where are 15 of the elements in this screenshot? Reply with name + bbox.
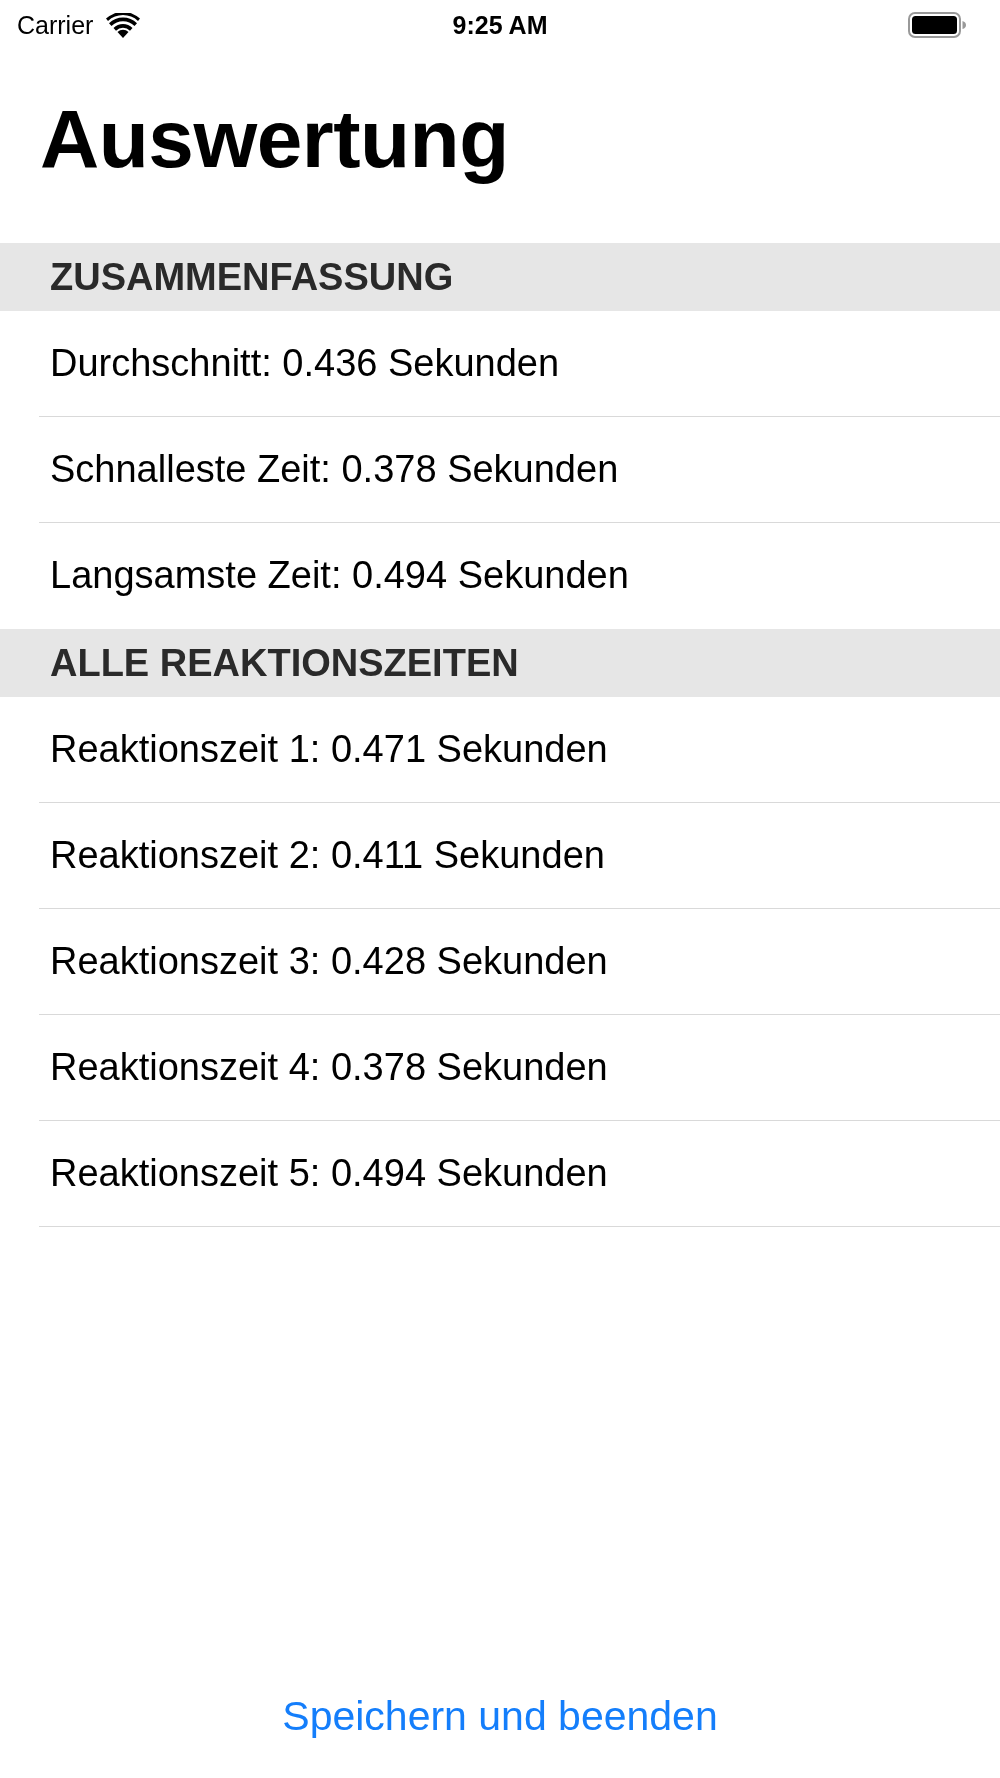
list-row: Reaktionszeit 3: 0.428 Sekunden	[39, 909, 1000, 1015]
list-row: Durchschnitt: 0.436 Sekunden	[39, 311, 1000, 417]
section-header: ZUSAMMENFASSUNG	[0, 243, 1000, 311]
carrier-label: Carrier	[17, 10, 94, 40]
status-time: 9:25 AM	[452, 10, 548, 40]
list-row: Reaktionszeit 5: 0.494 Sekunden	[39, 1121, 1000, 1227]
list-row-text: Langsamste Zeit: 0.494 Sekunden	[49, 553, 630, 598]
save-and-exit-button[interactable]: Speichern und beenden	[276, 1681, 724, 1751]
list-row: Reaktionszeit 1: 0.471 Sekunden	[39, 697, 1000, 803]
wifi-icon	[106, 12, 141, 38]
list-row: Reaktionszeit 4: 0.378 Sekunden	[39, 1015, 1000, 1121]
section-header: ALLE REAKTIONSZEITEN	[0, 629, 1000, 697]
battery-icon	[908, 12, 966, 38]
list-row: Schnalleste Zeit: 0.378 Sekunden	[39, 417, 1000, 523]
list-row: Reaktionszeit 2: 0.411 Sekunden	[39, 803, 1000, 909]
